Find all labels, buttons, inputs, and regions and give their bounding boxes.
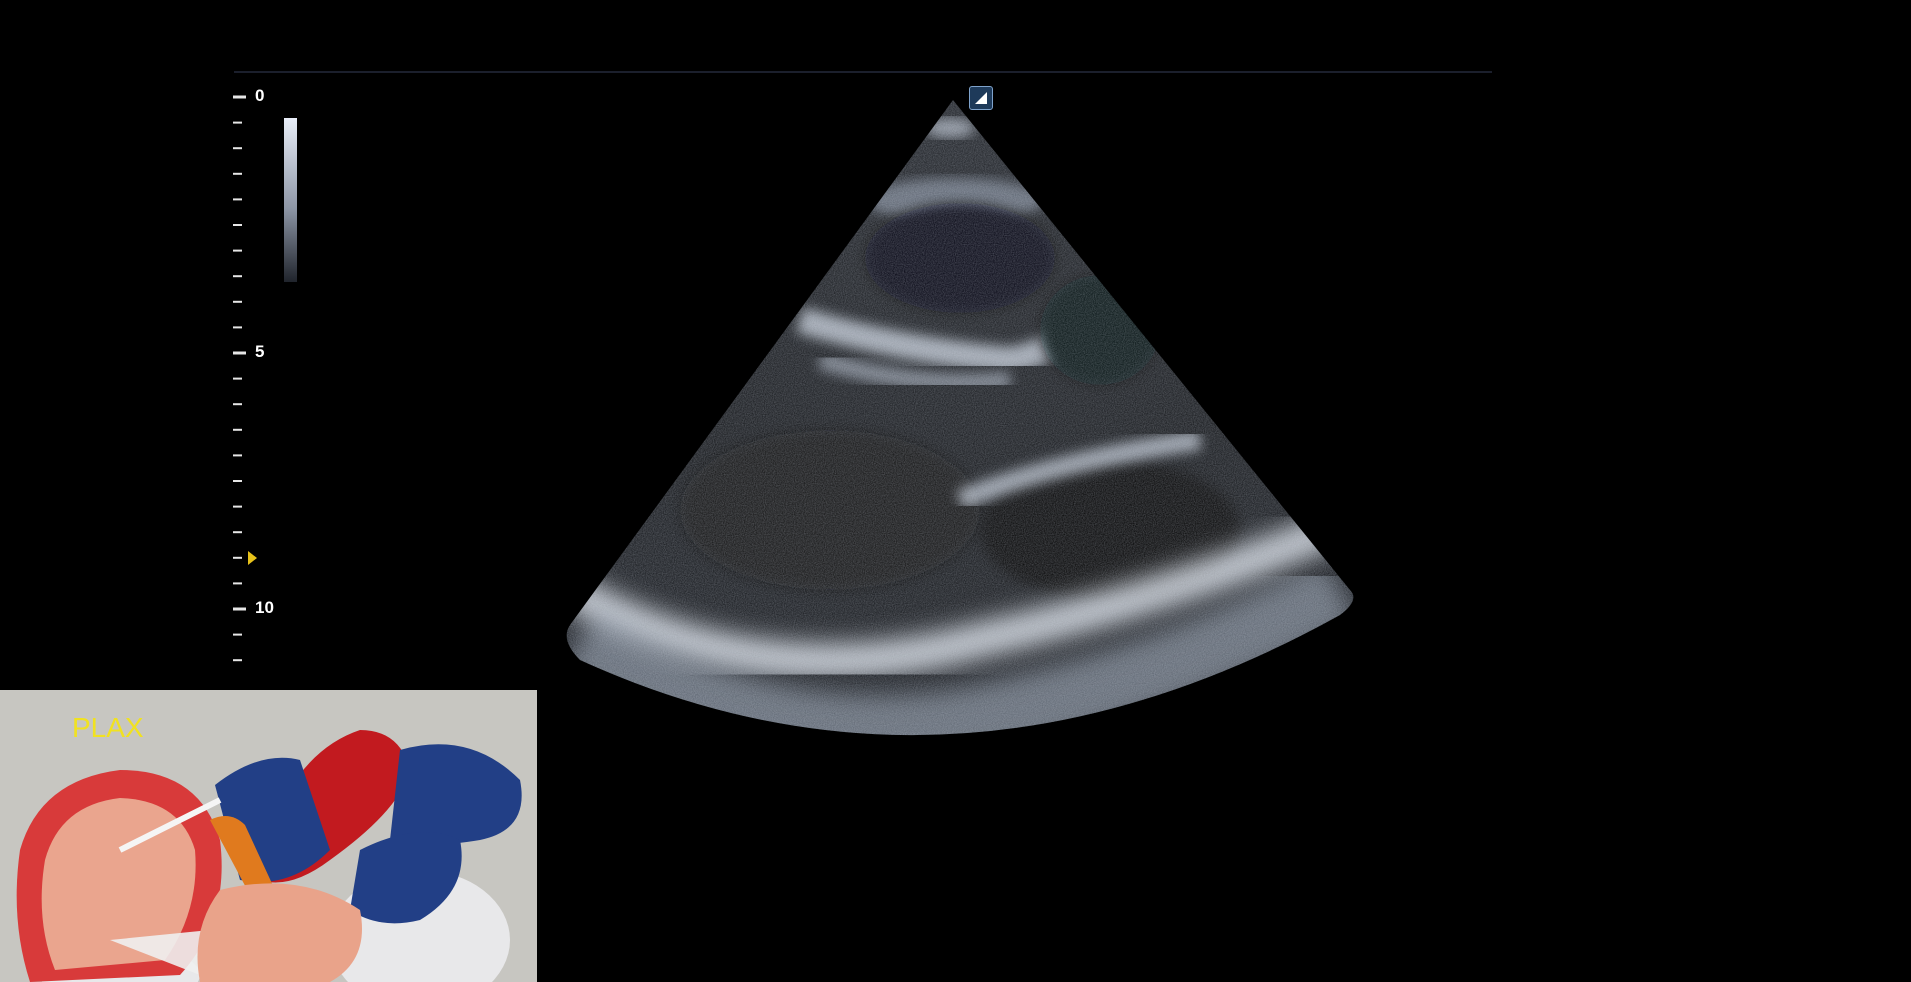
view-label: PLAX <box>72 712 144 743</box>
ultrasound-viewport: 0 5 10 PLAX <box>0 0 1911 982</box>
anatomy-thumbnail: PLAX <box>0 690 537 982</box>
